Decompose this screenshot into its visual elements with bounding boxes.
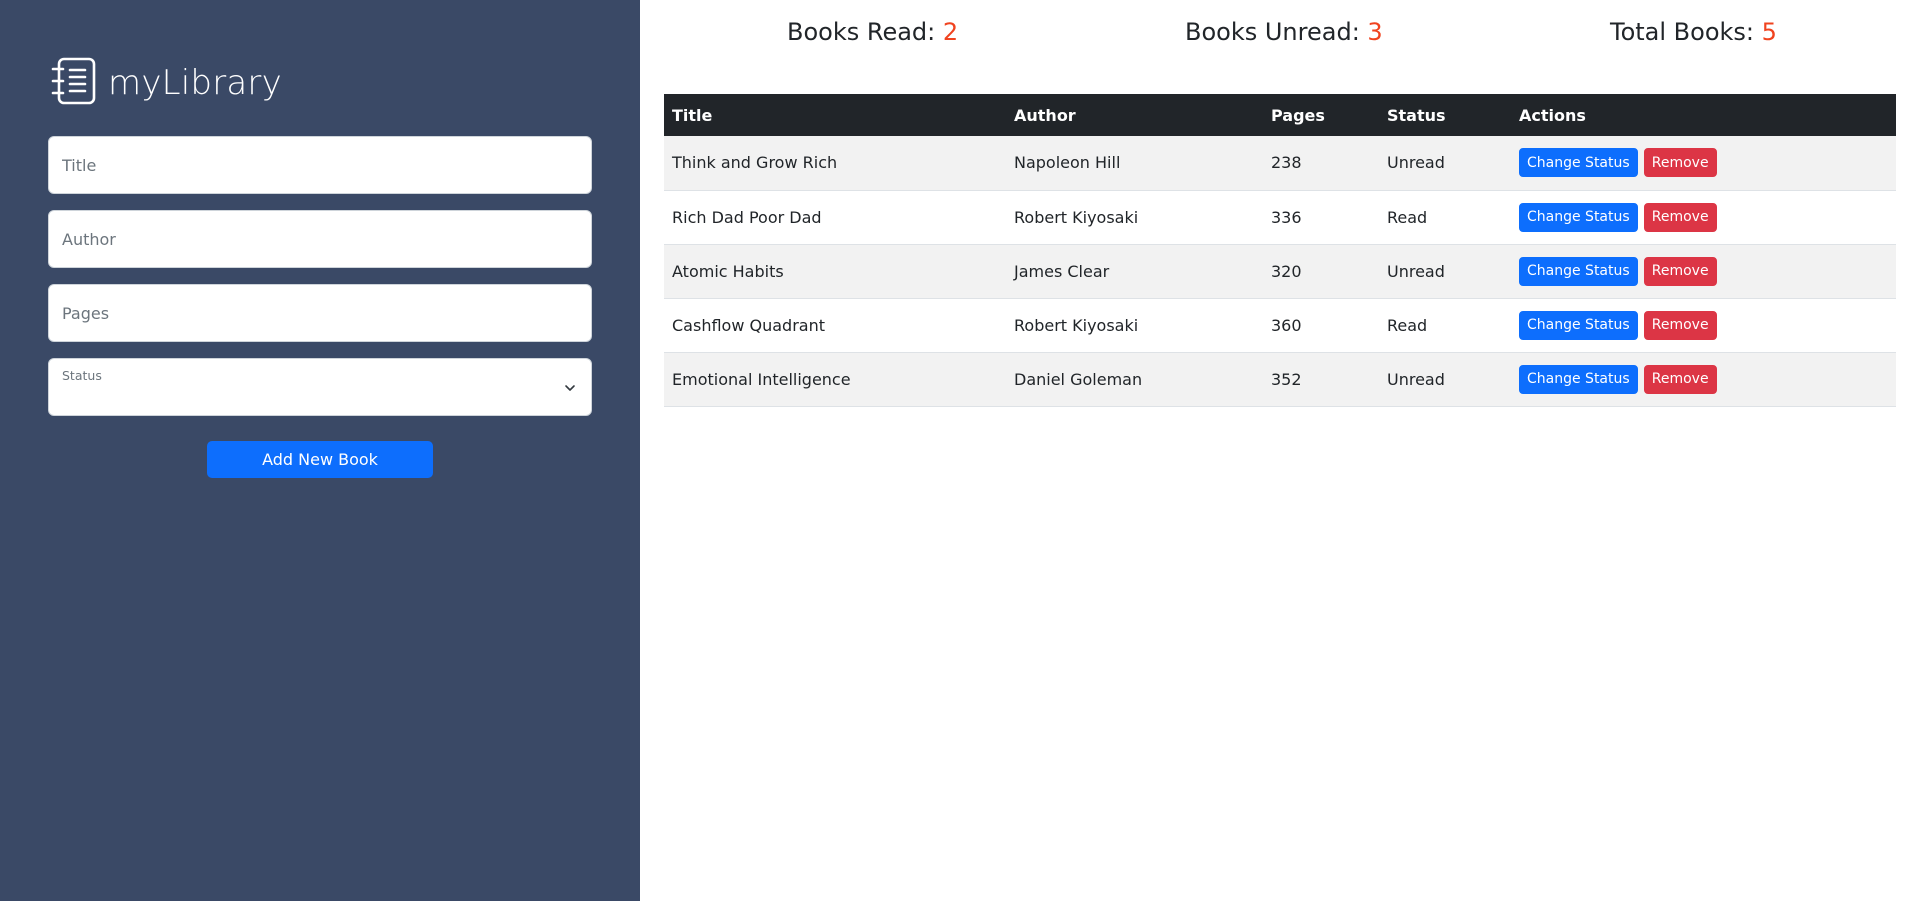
books-unread-stat: Books Unread: 3 xyxy=(1185,18,1383,46)
book-pages: 336 xyxy=(1271,207,1302,227)
header-title: Title xyxy=(672,105,713,125)
header-status: Status xyxy=(1387,105,1446,125)
book-status: Unread xyxy=(1387,261,1445,281)
header-actions: Actions xyxy=(1519,105,1586,125)
remove-button[interactable]: Remove xyxy=(1643,202,1717,232)
total-books-stat: Total Books: 5 xyxy=(1610,18,1777,46)
book-title: Cashflow Quadrant xyxy=(672,315,825,335)
book-pages: 352 xyxy=(1271,369,1302,389)
table-row: Cashflow Quadrant Robert Kiyosaki 360 Re… xyxy=(664,298,1896,352)
change-status-button[interactable]: Change Status xyxy=(1519,256,1638,286)
book-title: Think and Grow Rich xyxy=(672,153,838,173)
stats-bar: Books Read: 2 Books Unread: 3 Total Book… xyxy=(640,18,1920,58)
book-title: Rich Dad Poor Dad xyxy=(672,207,822,227)
book-status: Read xyxy=(1387,315,1428,335)
remove-button[interactable]: Remove xyxy=(1643,310,1717,340)
change-status-button[interactable]: Change Status xyxy=(1519,202,1638,232)
book-pages: 360 xyxy=(1271,315,1302,335)
book-actions: Change Status Remove xyxy=(1511,298,1896,352)
total-books-label: Total Books: xyxy=(1610,18,1754,46)
change-status-button[interactable]: Change Status xyxy=(1519,148,1638,178)
remove-button[interactable]: Remove xyxy=(1643,148,1717,178)
book-title: Atomic Habits xyxy=(672,261,784,281)
book-author: Napoleon Hill xyxy=(1014,153,1121,173)
book-title: Emotional Intelligence xyxy=(672,369,851,389)
book-status: Unread xyxy=(1387,369,1445,389)
author-input[interactable] xyxy=(49,211,591,267)
books-unread-label: Books Unread: xyxy=(1185,18,1360,46)
book-author: Robert Kiyosaki xyxy=(1014,207,1139,227)
table-row: Rich Dad Poor Dad Robert Kiyosaki 336 Re… xyxy=(664,190,1896,244)
sidebar: myLibrary Status Add New Book xyxy=(0,0,640,901)
books-table: Title Author Pages Status Actions Think … xyxy=(664,94,1896,407)
books-read-label: Books Read: xyxy=(787,18,936,46)
change-status-button[interactable]: Change Status xyxy=(1519,310,1638,340)
book-actions: Change Status Remove xyxy=(1511,136,1896,190)
table-row: Atomic Habits James Clear 320 Unread Cha… xyxy=(664,244,1896,298)
total-books-count: 5 xyxy=(1761,18,1777,46)
title-input[interactable] xyxy=(49,137,591,193)
table-row: Think and Grow Rich Napoleon Hill 238 Un… xyxy=(664,136,1896,190)
book-pages: 320 xyxy=(1271,261,1302,281)
author-field-wrapper xyxy=(48,210,592,268)
book-actions: Change Status Remove xyxy=(1511,244,1896,298)
books-read-count: 2 xyxy=(942,18,959,46)
book-status: Unread xyxy=(1387,153,1445,173)
pages-field-wrapper xyxy=(48,284,592,342)
brand-name: myLibrary xyxy=(108,63,282,103)
remove-button[interactable]: Remove xyxy=(1643,256,1717,286)
book-actions: Change Status Remove xyxy=(1511,190,1896,244)
add-new-book-button[interactable]: Add New Book xyxy=(207,441,433,478)
status-select[interactable]: Status xyxy=(48,358,592,416)
header-pages: Pages xyxy=(1271,105,1325,125)
notebook-icon xyxy=(50,56,98,110)
table-header-row: Title Author Pages Status Actions xyxy=(664,94,1896,136)
book-author: Daniel Goleman xyxy=(1014,369,1143,389)
books-read-stat: Books Read: 2 xyxy=(787,18,958,46)
change-status-button[interactable]: Change Status xyxy=(1519,364,1638,394)
status-select-label: Status xyxy=(62,368,102,383)
book-author: James Clear xyxy=(1014,261,1110,281)
chevron-down-icon xyxy=(565,385,575,391)
book-actions: Change Status Remove xyxy=(1511,352,1896,406)
header-author: Author xyxy=(1014,105,1076,125)
books-unread-count: 3 xyxy=(1367,18,1383,46)
pages-input[interactable] xyxy=(49,285,591,341)
remove-button[interactable]: Remove xyxy=(1643,364,1717,394)
brand: myLibrary xyxy=(50,56,282,110)
book-pages: 238 xyxy=(1271,153,1302,173)
book-author: Robert Kiyosaki xyxy=(1014,315,1139,335)
book-status: Read xyxy=(1387,207,1428,227)
table-row: Emotional Intelligence Daniel Goleman 35… xyxy=(664,352,1896,406)
title-field-wrapper xyxy=(48,136,592,194)
